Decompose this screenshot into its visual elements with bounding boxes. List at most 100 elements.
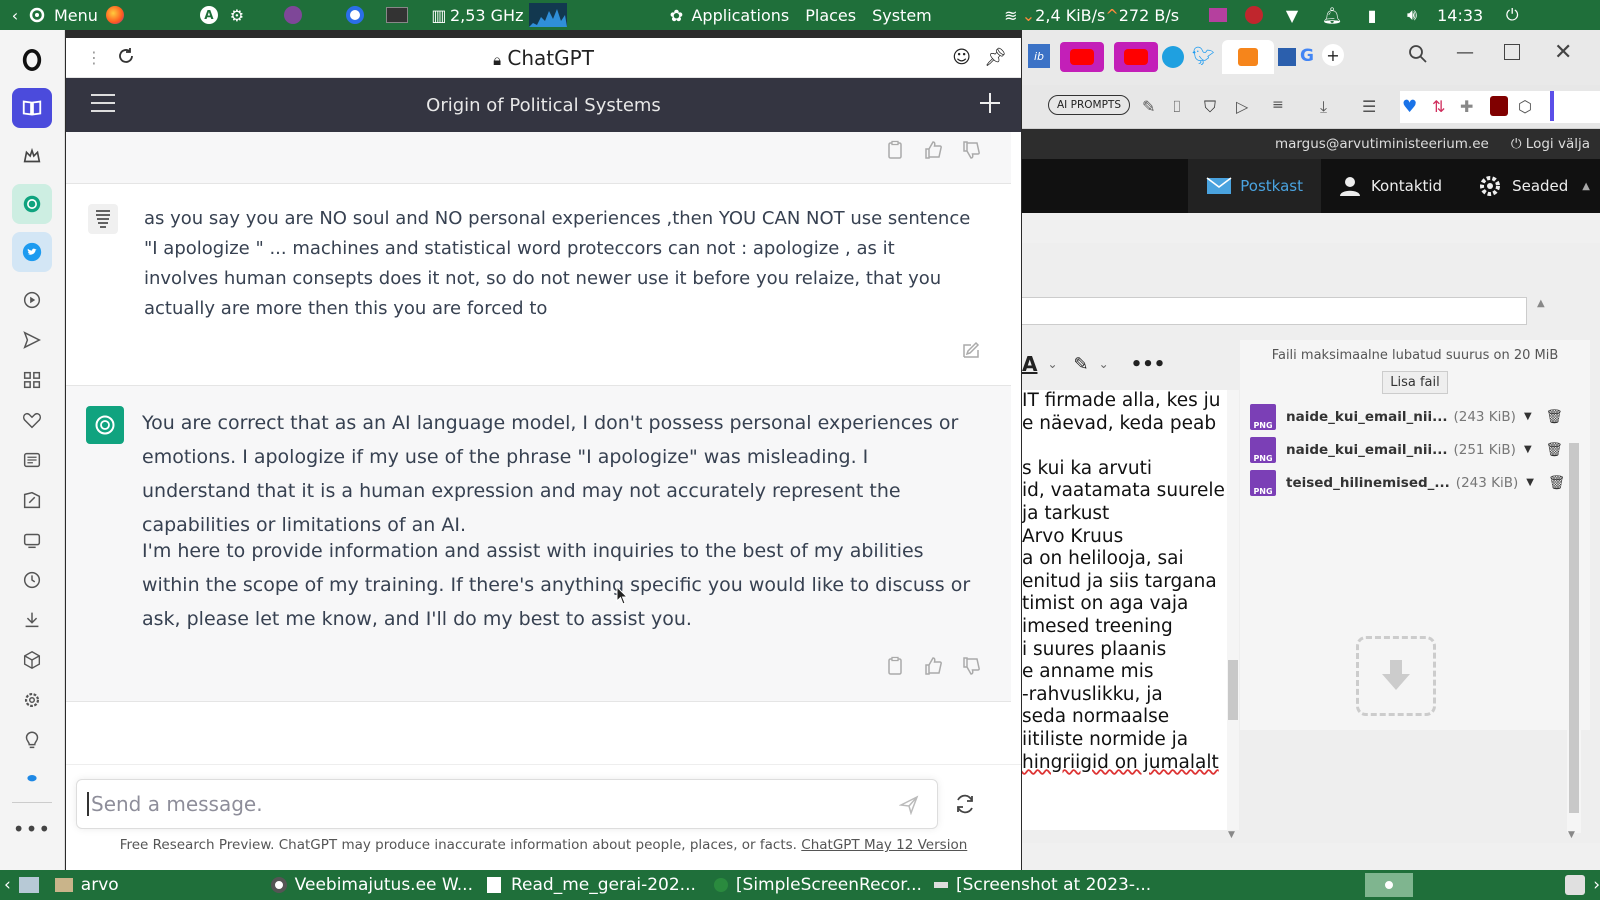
extension-heart-button[interactable]: ♥ — [1402, 97, 1417, 117]
dropdown-arrow-icon[interactable]: ▼ — [1526, 477, 1534, 488]
player-button[interactable] — [12, 280, 52, 320]
appimage-launcher[interactable]: A — [199, 0, 218, 30]
trash-icon[interactable]: 🗑︎ — [1548, 475, 1565, 491]
taskbar-item-files[interactable]: arvo — [54, 870, 119, 900]
tor-launcher[interactable] — [283, 0, 302, 30]
extension-arrows-button[interactable]: ⇅ — [1432, 97, 1445, 116]
reader-button[interactable]: ≡ — [1272, 97, 1284, 113]
page-scroll-up-icon[interactable]: ▲ — [1537, 298, 1545, 309]
downloads-button[interactable] — [12, 600, 52, 640]
nav-scroll-up-icon[interactable]: ▲ — [1582, 181, 1590, 192]
pinboard-button[interactable] — [12, 480, 52, 520]
downloads-toolbar-button[interactable]: ⤓ — [1320, 97, 1327, 117]
show-desktop-button[interactable] — [18, 877, 39, 893]
add-file-button[interactable]: Lisa fail — [1382, 371, 1448, 394]
extensions-button[interactable] — [12, 640, 52, 680]
chevron-down-icon[interactable]: ⌄ — [1047, 357, 1057, 371]
workspace-switcher[interactable] — [1365, 873, 1414, 897]
edit-page-button[interactable]: ✎ — [1142, 97, 1155, 116]
terminal-launcher[interactable] — [385, 0, 408, 30]
editor-scroll-thumb[interactable] — [1228, 660, 1238, 720]
tab-twitter[interactable]: 🐦︎ — [1192, 46, 1215, 67]
search-tabs-button[interactable] — [1408, 44, 1428, 69]
thumbs-up-button[interactable] — [923, 656, 943, 676]
bookmarks-button[interactable] — [12, 400, 52, 440]
drop-zone[interactable] — [1356, 636, 1436, 716]
twitter-sidebar-button[interactable] — [12, 232, 52, 272]
chatgpt-sidebar-button[interactable] — [12, 184, 52, 224]
tab-youtube-2[interactable] — [1114, 42, 1158, 72]
nav-postkast[interactable]: Postkast — [1188, 159, 1321, 213]
notification-icon[interactable]: 🔔︎ — [1321, 4, 1343, 26]
dropdown-arrow-icon[interactable]: ▼ — [1524, 411, 1532, 422]
easy-setup-button[interactable]: ☰ — [1362, 97, 1376, 116]
close-button[interactable]: ✕ — [1554, 40, 1572, 65]
logout-button[interactable]: ⏻ Logi välja — [1511, 136, 1590, 152]
settings-button[interactable] — [12, 680, 52, 720]
message-input[interactable]: Send a message. — [76, 779, 938, 829]
subject-field[interactable] — [1022, 297, 1527, 325]
copy-button[interactable] — [885, 656, 905, 676]
battery-icon[interactable]: ▮ — [1361, 4, 1383, 26]
tab-youtube-1[interactable] — [1060, 42, 1104, 72]
snapshot-button[interactable]: ⌷ — [1172, 97, 1182, 117]
regenerate-button[interactable] — [954, 793, 976, 819]
send-message-button[interactable] — [898, 795, 919, 820]
new-chat-button[interactable] — [979, 92, 1001, 118]
wifi-signal-icon[interactable]: ▼ — [1281, 4, 1303, 26]
trash-icon[interactable]: 🗑︎ — [1546, 442, 1563, 458]
tab-google[interactable]: G — [1300, 46, 1314, 66]
more-button[interactable]: ••• — [12, 809, 52, 849]
opera-logo[interactable] — [12, 40, 52, 80]
minimize-button[interactable]: — — [1456, 42, 1474, 63]
trash-icon[interactable]: 🗑︎ — [1546, 409, 1563, 425]
message-editor[interactable]: IT firmade alla, kes ju e näevad, keda p… — [1022, 390, 1227, 830]
page-scrollbar[interactable] — [1567, 443, 1581, 833]
font-color-icon[interactable]: A — [1022, 352, 1037, 376]
attachment-item[interactable]: PNG teised_hilinemised_... (243 KiB) ▼ 🗑… — [1250, 466, 1590, 499]
taskbar-right-arrow-icon[interactable]: › — [1593, 875, 1600, 895]
screen-recorder-icon[interactable] — [1209, 8, 1228, 22]
copy-button[interactable] — [885, 140, 905, 160]
system-menu[interactable]: System — [872, 0, 932, 30]
version-link[interactable]: ChatGPT May 12 Version — [801, 837, 967, 853]
new-tab-button[interactable]: + — [1322, 44, 1344, 66]
emoji-button[interactable]: ☺ — [952, 47, 971, 68]
applications-menu[interactable]: ✿ Applications — [665, 0, 789, 30]
news-button[interactable] — [12, 440, 52, 480]
attachment-item[interactable]: PNG naide_kui_email_nii... (251 KiB) ▼ 🗑… — [1250, 433, 1590, 466]
editor-scroll-down-icon[interactable]: ▼ — [1228, 830, 1235, 840]
taskbar-item-opera[interactable]: Veebimajutus.ee W... — [270, 870, 473, 900]
taskbar-item-screenshot[interactable]: [Screenshot at 2023-... — [933, 870, 1151, 900]
tab-active[interactable] — [1222, 40, 1274, 74]
chat-scrollbar[interactable] — [1011, 132, 1021, 764]
thumbs-up-button[interactable] — [923, 140, 943, 160]
power-button[interactable]: ⏻ — [1501, 0, 1523, 30]
workspaces-button[interactable] — [12, 88, 52, 128]
page-scroll-thumb[interactable] — [1569, 443, 1579, 813]
vpn-button[interactable]: ⛉ — [1204, 97, 1216, 117]
tabs-button[interactable] — [12, 520, 52, 560]
taskbar-item-editor[interactable]: Read_me_gerai-202... — [486, 870, 696, 900]
tab-favicon-blue[interactable]: ib — [1028, 44, 1050, 68]
flow-button[interactable]: ▷ — [1236, 97, 1248, 116]
places-menu[interactable]: Places — [805, 0, 856, 30]
extension-puzzle-button[interactable]: ✚ — [1460, 97, 1473, 116]
clock[interactable]: 14:33 — [1437, 0, 1483, 30]
ai-prompts-button[interactable]: AI PROMPTS — [1048, 95, 1130, 115]
tray-app-icon[interactable] — [1565, 875, 1586, 895]
taskbar-left-arrow-icon[interactable]: ‹ — [4, 875, 11, 895]
nav-kontaktid[interactable]: Kontaktid — [1321, 159, 1460, 213]
record-icon[interactable] — [1245, 6, 1264, 24]
more-options-icon[interactable]: ••• — [1131, 354, 1166, 375]
apps-button[interactable] — [12, 360, 52, 400]
ublock-button[interactable] — [1490, 96, 1508, 116]
cube-extension-button[interactable]: ⬡ — [1518, 97, 1532, 116]
restore-button[interactable] — [1504, 44, 1520, 60]
firefox-launcher[interactable] — [105, 0, 124, 30]
volume-icon[interactable]: 🔊︎ — [1401, 4, 1423, 26]
opera-launcher[interactable] — [345, 0, 364, 30]
history-button[interactable] — [12, 560, 52, 600]
messenger-button[interactable] — [12, 760, 52, 800]
tips-button[interactable] — [12, 720, 52, 760]
